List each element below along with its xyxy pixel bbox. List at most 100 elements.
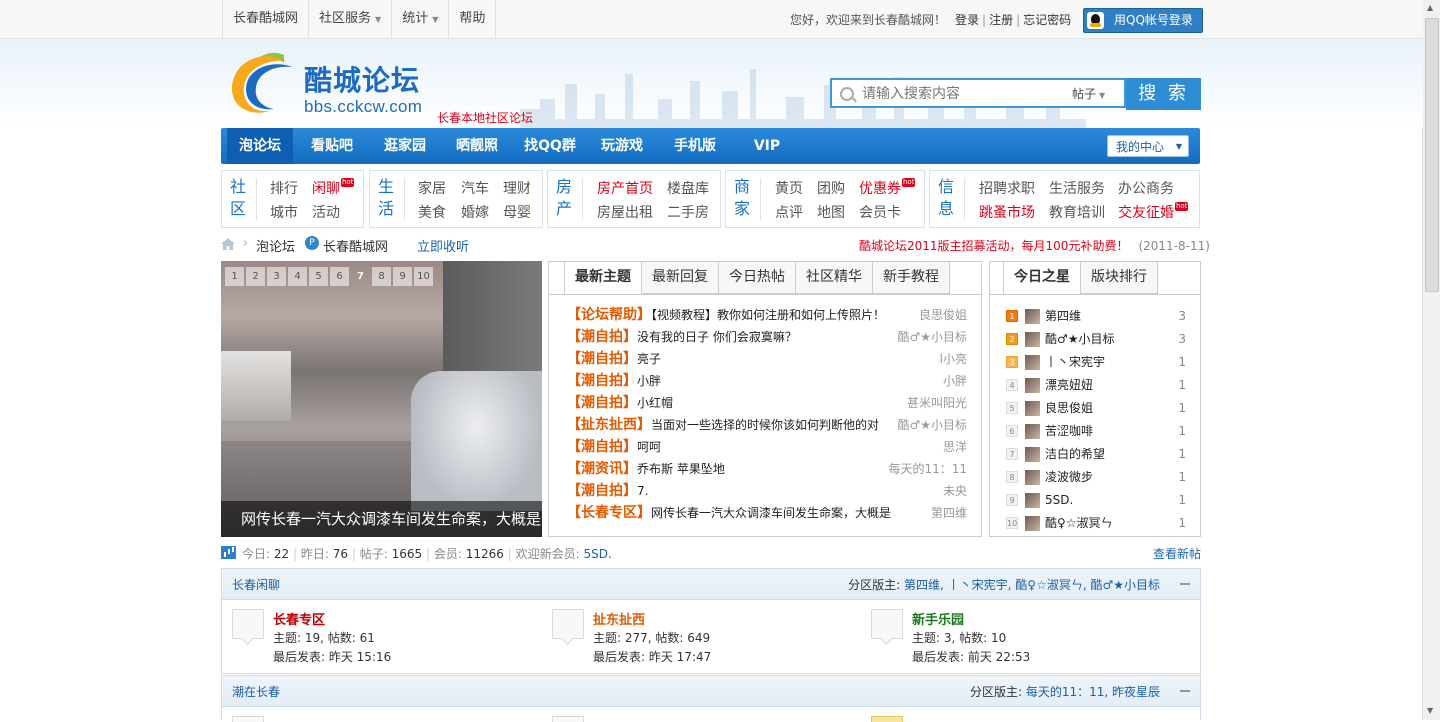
- tab-latest-replies[interactable]: 最新回复: [641, 262, 719, 294]
- category-link-rental[interactable]: 房屋出租: [597, 202, 653, 222]
- category-link-chat[interactable]: 闲聊 hot: [312, 178, 355, 198]
- slider-page-button-active[interactable]: 7: [351, 267, 370, 286]
- topnav-item-community[interactable]: 社区服务 ▼: [309, 0, 393, 38]
- star-name[interactable]: 酷♀☆淑冥ㄣ: [1045, 512, 1113, 535]
- page-scrollbar[interactable]: ▲ ▼: [1422, 0, 1440, 720]
- slider-page-button[interactable]: 6: [330, 267, 349, 286]
- slider-page-button[interactable]: 9: [393, 267, 412, 286]
- topic-row[interactable]: 【潮自拍】没有我的日子 你们会寂寞嘛？ 酷♂★小目标: [567, 326, 967, 348]
- topic-title[interactable]: 【视频教程】教你如何注册和如何上传照片！: [651, 308, 885, 322]
- register-link[interactable]: 注册: [989, 13, 1013, 27]
- newest-member-link[interactable]: 5SD.: [583, 547, 611, 561]
- search-button[interactable]: 搜 索: [1126, 78, 1201, 110]
- listen-now-link[interactable]: 立即收听: [417, 236, 469, 255]
- category-link-group-buy[interactable]: 团购: [817, 178, 845, 198]
- topnav-item-help[interactable]: 帮助: [449, 0, 497, 38]
- topic-author[interactable]: 未央: [943, 480, 967, 502]
- category-link-ranking[interactable]: 排行: [270, 178, 298, 198]
- nav-item-photos[interactable]: 晒靓照: [444, 128, 510, 164]
- topic-row[interactable]: 【潮自拍】7. 未央: [567, 480, 967, 502]
- collapse-icon[interactable]: [1180, 690, 1190, 692]
- star-row[interactable]: 5 良思俊姐 1: [1006, 397, 1186, 420]
- topnav-item-stats[interactable]: 统计 ▼: [392, 0, 450, 38]
- tab-featured[interactable]: 社区精华: [795, 262, 873, 294]
- qq-login-button[interactable]: 用QQ帐号登录: [1083, 8, 1203, 33]
- topic-category[interactable]: 【潮资讯】: [567, 461, 637, 477]
- topic-author[interactable]: 酷♂★小目标: [897, 326, 967, 348]
- topic-title[interactable]: 当面对一些选择的时候你该如何判断他的对: [651, 418, 879, 432]
- forum-last-post[interactable]: 最后发表: 昨天 15:16: [273, 648, 391, 665]
- category-link-education[interactable]: 教育培训: [1049, 202, 1105, 222]
- avatar[interactable]: [1025, 355, 1040, 370]
- avatar[interactable]: [1025, 516, 1040, 531]
- category-link-finance[interactable]: 理财: [503, 178, 531, 198]
- category-link-city[interactable]: 城市: [270, 202, 298, 222]
- topic-title[interactable]: 网传长春一汽大众调漆车间发生命案，大概是: [651, 506, 891, 520]
- category-link-food[interactable]: 美食: [418, 202, 446, 222]
- star-row[interactable]: 8 凌波微步 1: [1006, 466, 1186, 489]
- avatar[interactable]: [1025, 332, 1040, 347]
- slider-caption[interactable]: 网传长春一汽大众调漆车间发生命案，大概是: [221, 501, 542, 537]
- topic-row[interactable]: 【潮自拍】小胖 小胖: [567, 370, 967, 392]
- slider-page-button[interactable]: 4: [288, 267, 307, 286]
- tab-today-stars[interactable]: 今日之星: [1003, 262, 1081, 294]
- star-name[interactable]: 酷♂★小目标: [1045, 328, 1115, 351]
- image-slider[interactable]: 1 2 3 4 5 6 7 8 9 10 网传长春一汽大众调漆车间发生命案，大概…: [221, 261, 542, 537]
- tab-hot-today[interactable]: 今日热帖: [718, 262, 796, 294]
- star-row[interactable]: 1 第四维 3: [1006, 305, 1186, 328]
- nav-item-vip[interactable]: VIP: [734, 128, 800, 164]
- search-scope-select[interactable]: 帖子 ▼: [1072, 85, 1105, 102]
- topic-category[interactable]: 【潮自拍】: [567, 329, 637, 345]
- topic-author[interactable]: 良思俊姐: [919, 304, 967, 326]
- star-row[interactable]: 9 5SD. 1: [1006, 489, 1186, 512]
- star-name[interactable]: 5SD.: [1045, 489, 1073, 512]
- slider-page-button[interactable]: 2: [246, 267, 265, 286]
- category-link-events[interactable]: 活动: [312, 202, 340, 222]
- category-link-jobs[interactable]: 招聘求职: [979, 178, 1035, 198]
- star-row[interactable]: 10 酷♀☆淑冥ㄣ 1: [1006, 512, 1186, 535]
- topic-category[interactable]: 【潮自拍】: [567, 351, 637, 367]
- topic-title[interactable]: 呵呵: [637, 440, 661, 454]
- forum-last-post[interactable]: 最后发表: 昨天 17:47: [593, 648, 711, 665]
- avatar[interactable]: [1025, 424, 1040, 439]
- nav-item-qq-groups[interactable]: 找QQ群: [516, 128, 584, 164]
- topic-category[interactable]: 【长春专区】: [567, 505, 651, 521]
- slider-page-button[interactable]: 1: [225, 267, 244, 286]
- category-link-map[interactable]: 地图: [817, 202, 845, 222]
- star-row[interactable]: 7 洁白的希望 1: [1006, 443, 1186, 466]
- tab-latest-topics[interactable]: 最新主题: [564, 262, 642, 294]
- category-link-coupons[interactable]: 优惠券 hot: [859, 178, 916, 198]
- forum-name[interactable]: 新手乐园: [912, 609, 964, 628]
- topic-category[interactable]: 【论坛帮助】: [567, 307, 651, 323]
- breadcrumb-current[interactable]: 泡论坛: [256, 236, 295, 255]
- tab-board-ranking[interactable]: 版块排行: [1080, 262, 1158, 294]
- avatar[interactable]: [1025, 401, 1040, 416]
- slider-page-button[interactable]: 10: [414, 267, 433, 286]
- avatar[interactable]: [1025, 447, 1040, 462]
- star-row[interactable]: 2 酷♂★小目标 3: [1006, 328, 1186, 351]
- topic-author[interactable]: 思洋: [943, 436, 967, 458]
- forum-name[interactable]: 长春专区: [273, 609, 325, 628]
- topic-row[interactable]: 【扯东扯西】当面对一些选择的时候你该如何判断他的对 酷♂★小目标: [567, 414, 967, 436]
- view-new-posts-link[interactable]: 查看新帖: [1153, 545, 1201, 562]
- topic-title[interactable]: 亮子: [637, 352, 661, 366]
- nav-item-home-space[interactable]: 逛家园: [372, 128, 438, 164]
- avatar[interactable]: [1025, 378, 1040, 393]
- topic-author[interactable]: 每天的11：11: [888, 458, 967, 480]
- announcement[interactable]: 酷城论坛2011版主招募活动，每月100元补助费！ (2011-8-11): [859, 237, 1210, 254]
- avatar[interactable]: [1025, 470, 1040, 485]
- category-link-office[interactable]: 办公商务: [1118, 178, 1174, 198]
- topic-title[interactable]: 小红帽: [637, 396, 673, 410]
- category-link-member-card[interactable]: 会员卡: [859, 202, 901, 222]
- my-center-dropdown[interactable]: 我的中心 ▼: [1107, 135, 1189, 157]
- category-link-wedding[interactable]: 婚嫁: [461, 202, 489, 222]
- nav-item-games[interactable]: 玩游戏: [589, 128, 655, 164]
- star-name[interactable]: 丨丶宋宪宇: [1045, 351, 1105, 374]
- star-name[interactable]: 洁白的希望: [1045, 443, 1105, 466]
- topic-author[interactable]: 第四维: [931, 502, 967, 524]
- section-title[interactable]: 长春闲聊: [232, 576, 280, 593]
- scroll-up-icon[interactable]: ▲: [1427, 3, 1433, 12]
- slider-page-button[interactable]: 3: [267, 267, 286, 286]
- topic-row[interactable]: 【潮自拍】亮子 l小亮: [567, 348, 967, 370]
- star-row[interactable]: 4 漂亮妞妞 1: [1006, 374, 1186, 397]
